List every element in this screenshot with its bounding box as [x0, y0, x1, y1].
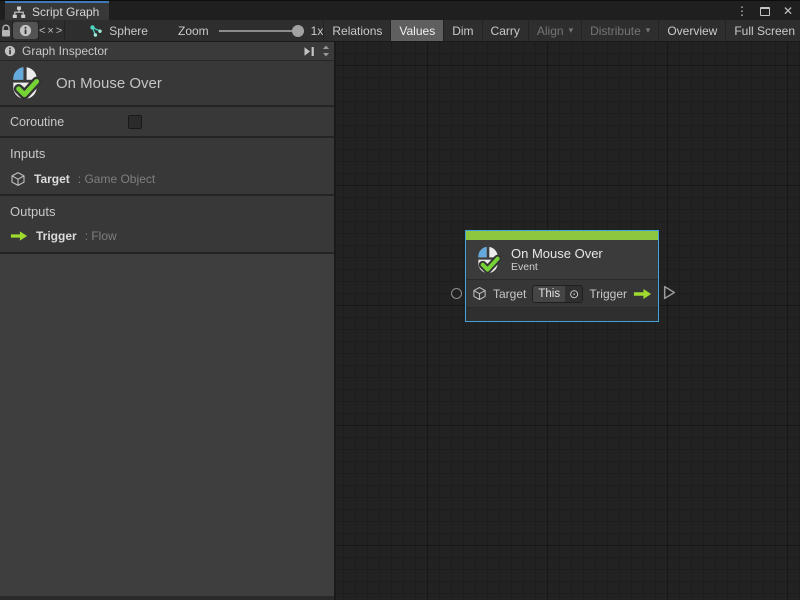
spinner-arrows-icon[interactable] [322, 44, 330, 58]
zoom-slider-thumb[interactable] [292, 25, 304, 37]
game-object-cube-icon [472, 286, 487, 301]
graph-inspector-panel: Graph Inspector On Mouse Over Coroutine [0, 42, 336, 600]
target-value: This [533, 286, 565, 302]
output-trigger-row: Trigger : Flow [10, 229, 324, 243]
relations-button[interactable]: Relations [323, 20, 390, 41]
target-value-chip[interactable]: This ⊙ [532, 285, 583, 303]
input-target-row: Target : Game Object [10, 171, 324, 187]
outputs-header: Outputs [10, 204, 324, 219]
chevron-down-icon: ▾ [646, 25, 651, 36]
node-titles: On Mouse Over Event [511, 246, 603, 273]
dim-label: Dim [452, 24, 473, 38]
code-view-button[interactable]: <×> [39, 20, 65, 41]
graph-reference-breadcrumb[interactable]: Sphere [89, 24, 148, 38]
panel-bottom-edge [0, 596, 334, 600]
unit-title-section: On Mouse Over [0, 61, 334, 107]
flow-arrow-icon [10, 230, 28, 242]
game-object-cube-icon [10, 171, 26, 187]
target-input-port[interactable] [451, 288, 462, 299]
align-dropdown-button[interactable]: Align ▾ [528, 20, 581, 41]
fullscreen-label: Full Screen [734, 24, 795, 38]
graph-reference-label: Sphere [109, 24, 148, 38]
overview-button[interactable]: Overview [658, 20, 725, 41]
graph-inspector-title: Graph Inspector [22, 44, 297, 58]
inputs-section: Inputs Target : Game Object [0, 138, 334, 196]
tab-label: Script Graph [32, 5, 99, 19]
inspector-toggle-button[interactable] [13, 20, 39, 41]
flow-arrow-icon [633, 288, 652, 300]
chevron-down-icon: ▾ [569, 25, 574, 36]
values-button[interactable]: Values [390, 20, 443, 41]
window-controls: ⋮ ✕ [734, 1, 796, 21]
carry-label: Carry [491, 24, 520, 38]
code-icon: <×> [39, 25, 64, 37]
graph-toolbar: <×> Sphere Zoom 1x Relations Values Dim … [0, 20, 800, 42]
zoom-label: Zoom [178, 24, 209, 38]
info-icon [19, 24, 32, 37]
coroutine-label: Coroutine [10, 115, 128, 129]
panel-empty-area [0, 254, 334, 596]
values-label: Values [399, 24, 435, 38]
panel-header-icons [303, 44, 330, 58]
dim-button[interactable]: Dim [443, 20, 481, 41]
input-name: Target [34, 172, 70, 186]
inputs-header: Inputs [10, 146, 324, 161]
relations-label: Relations [332, 24, 382, 38]
fullscreen-button[interactable]: Full Screen [725, 20, 800, 41]
dock-panel-icon[interactable] [303, 46, 316, 57]
info-pill [13, 22, 38, 39]
script-graph-asset-icon [89, 24, 103, 38]
node-event-color-bar [466, 231, 658, 240]
zoom-slider-track[interactable] [219, 30, 303, 32]
distribute-label: Distribute [590, 24, 641, 38]
output-name: Trigger [36, 229, 77, 243]
align-label: Align [537, 24, 564, 38]
node-port-row: Target This ⊙ Trigger [466, 279, 658, 307]
output-type: : Flow [85, 229, 117, 243]
on-mouse-over-icon [474, 246, 502, 274]
node-subtitle: Event [511, 261, 603, 273]
graph-hierarchy-icon [12, 6, 26, 19]
maximize-box [760, 7, 770, 16]
zoom-value: 1x [311, 24, 324, 38]
zoom-slider[interactable] [219, 24, 303, 38]
zoom-control: Zoom 1x [178, 24, 323, 38]
node-header[interactable]: On Mouse Over Event [466, 240, 658, 279]
tab-bar: Script Graph ⋮ ✕ [0, 0, 800, 20]
toolbar-button-group: Relations Values Dim Carry Align ▾ Distri… [323, 20, 800, 41]
lock-button[interactable] [0, 20, 13, 41]
on-mouse-over-node[interactable]: On Mouse Over Event Target This ⊙ Trigge… [465, 230, 659, 322]
tab-script-graph[interactable]: Script Graph [5, 1, 109, 21]
unit-title: On Mouse Over [56, 75, 162, 92]
coroutine-row: Coroutine [0, 107, 334, 138]
menu-kebab-icon[interactable]: ⋮ [734, 3, 750, 19]
trigger-port-label: Trigger [589, 287, 627, 301]
outputs-section: Outputs Trigger : Flow [0, 196, 334, 254]
target-port-label: Target [493, 287, 526, 301]
input-type: : Game Object [78, 172, 155, 186]
distribute-dropdown-button[interactable]: Distribute ▾ [581, 20, 658, 41]
on-mouse-over-icon [8, 66, 42, 100]
graph-canvas[interactable]: On Mouse Over Event Target This ⊙ Trigge… [336, 42, 800, 600]
graph-inspector-header: Graph Inspector [0, 42, 334, 61]
trigger-output-port[interactable] [663, 285, 676, 300]
close-icon[interactable]: ✕ [780, 3, 796, 19]
maximize-icon[interactable] [757, 3, 773, 19]
node-title: On Mouse Over [511, 246, 603, 261]
node-footer [466, 307, 658, 321]
overview-label: Overview [667, 24, 717, 38]
coroutine-checkbox[interactable] [128, 115, 142, 129]
target-picker-icon[interactable]: ⊙ [565, 286, 583, 302]
info-icon [4, 45, 16, 57]
carry-button[interactable]: Carry [482, 20, 528, 41]
lock-icon [0, 24, 12, 38]
